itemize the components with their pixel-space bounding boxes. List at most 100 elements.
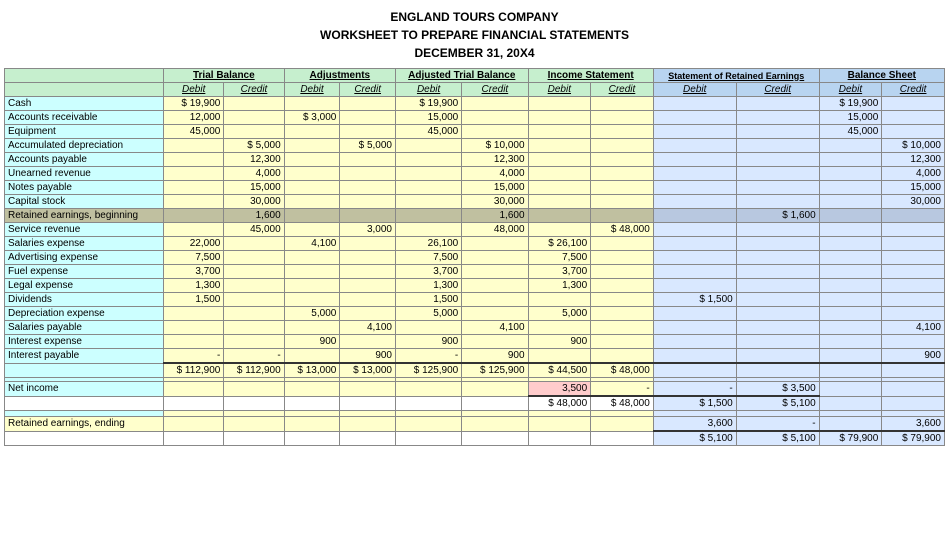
data-cell: $ 19,900: [396, 97, 462, 111]
bs-cell: [819, 209, 882, 223]
data-cell: 900: [340, 349, 396, 364]
data-cell: [284, 251, 340, 265]
data-cell: $ 26,100: [528, 237, 591, 251]
bs-cell: [819, 153, 882, 167]
row-label: Salaries payable: [5, 321, 164, 335]
data-cell: [224, 125, 284, 139]
data-cell: 12,300: [462, 153, 528, 167]
data-cell: [462, 279, 528, 293]
row-label: Accumulated depreciation: [5, 139, 164, 153]
totals-cell: [882, 363, 945, 378]
row-label: Capital stock: [5, 195, 164, 209]
bs-cell: 12,300: [882, 153, 945, 167]
data-cell: [528, 181, 591, 195]
adj-credit-label: Credit: [340, 83, 396, 97]
page: ENGLAND TOURS COMPANY WORKSHEET TO PREPA…: [0, 0, 949, 454]
data-cell: [591, 293, 654, 307]
totals-cell: $ 44,500: [528, 363, 591, 378]
data-cell: [591, 237, 654, 251]
data-cell: 45,000: [224, 223, 284, 237]
table-row: Service revenue45,0003,00048,000$ 48,000: [5, 223, 945, 237]
data-cell: $ 5,000: [340, 139, 396, 153]
net-income-row: Net income3,500--$ 3,500: [5, 382, 945, 397]
bs-cell: [819, 335, 882, 349]
data-cell: [284, 349, 340, 364]
data-cell: [224, 307, 284, 321]
table-row: Salaries expense22,0004,10026,100$ 26,10…: [5, 237, 945, 251]
data-cell: [284, 321, 340, 335]
data-cell: [284, 279, 340, 293]
net-income-is-credit: -: [591, 382, 654, 397]
row-label: Interest expense: [5, 335, 164, 349]
bs-cell: [882, 307, 945, 321]
data-cell: [340, 181, 396, 195]
data-cell: [284, 195, 340, 209]
data-cell: [340, 195, 396, 209]
data-cell: 7,500: [164, 251, 224, 265]
data-cell: [340, 209, 396, 223]
row-label: Retained earnings, beginning: [5, 209, 164, 223]
data-cell: 3,700: [164, 265, 224, 279]
data-cell: [736, 349, 819, 364]
bs-cell: [819, 349, 882, 364]
table-row: Cash$ 19,900$ 19,900$ 19,900: [5, 97, 945, 111]
data-cell: 45,000: [164, 125, 224, 139]
data-cell: [164, 195, 224, 209]
data-cell: [462, 335, 528, 349]
data-cell: [224, 251, 284, 265]
row-label: Unearned revenue: [5, 167, 164, 181]
data-cell: [284, 293, 340, 307]
data-cell: [736, 167, 819, 181]
data-cell: 900: [396, 335, 462, 349]
data-cell: [736, 251, 819, 265]
data-cell: [653, 307, 736, 321]
table-row: Capital stock30,00030,00030,000: [5, 195, 945, 209]
data-cell: [591, 307, 654, 321]
data-cell: 1,300: [528, 279, 591, 293]
data-cell: [591, 125, 654, 139]
data-cell: [164, 153, 224, 167]
net-income-re-credit: $ 3,500: [736, 382, 819, 397]
data-cell: [224, 265, 284, 279]
data-cell: [396, 195, 462, 209]
re-credit-label: Credit: [736, 83, 819, 97]
data-cell: [736, 321, 819, 335]
bs-cell: [819, 307, 882, 321]
data-cell: [736, 153, 819, 167]
table-row: Retained earnings, beginning1,6001,600$ …: [5, 209, 945, 223]
data-cell: [340, 293, 396, 307]
data-cell: 900: [528, 335, 591, 349]
data-cell: 4,100: [462, 321, 528, 335]
atb-header: Adjusted Trial Balance: [396, 69, 529, 83]
data-cell: [284, 265, 340, 279]
data-cell: [340, 265, 396, 279]
data-cell: [396, 223, 462, 237]
data-cell: 12,300: [224, 153, 284, 167]
data-cell: 26,100: [396, 237, 462, 251]
tb-credit-label: Credit: [224, 83, 284, 97]
bs-cell: $ 19,900: [819, 97, 882, 111]
data-cell: [396, 139, 462, 153]
data-cell: 3,700: [528, 265, 591, 279]
table-row: Accumulated depreciation$ 5,000$ 5,000$ …: [5, 139, 945, 153]
bs-cell: [819, 195, 882, 209]
data-cell: 15,000: [462, 181, 528, 195]
data-cell: [164, 335, 224, 349]
data-cell: 5,000: [284, 307, 340, 321]
data-cell: 48,000: [462, 223, 528, 237]
data-cell: $ 5,000: [224, 139, 284, 153]
data-cell: 45,000: [396, 125, 462, 139]
data-cell: [164, 223, 224, 237]
data-cell: [224, 97, 284, 111]
data-cell: [653, 111, 736, 125]
data-cell: 900: [284, 335, 340, 349]
totals-cell: [819, 363, 882, 378]
bs-cell: [882, 279, 945, 293]
data-cell: 7,500: [396, 251, 462, 265]
data-cell: [653, 335, 736, 349]
data-cell: [736, 223, 819, 237]
data-cell: [284, 209, 340, 223]
data-cell: [591, 265, 654, 279]
data-cell: [653, 349, 736, 364]
table-row: Interest payable--900-900900: [5, 349, 945, 364]
